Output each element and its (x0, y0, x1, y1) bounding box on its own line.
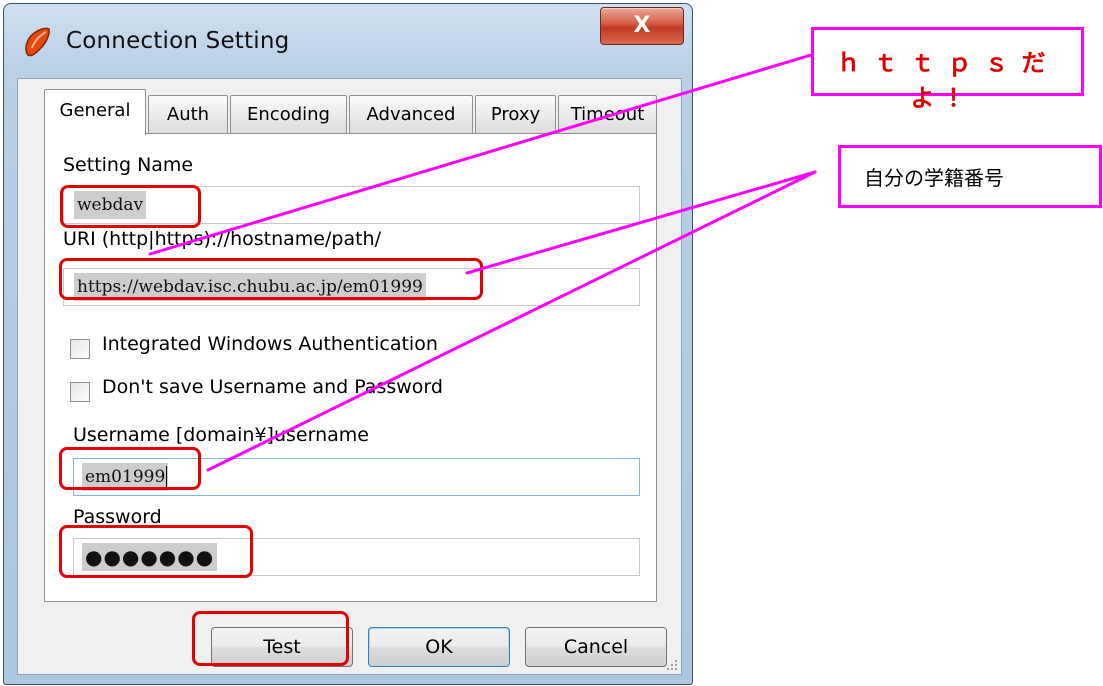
app-logo-icon (25, 27, 50, 57)
tab-proxy[interactable]: Proxy (475, 95, 556, 133)
dont-save-checkbox[interactable] (70, 382, 90, 402)
uri-highlight (59, 258, 483, 300)
integrated-auth-checkbox[interactable] (70, 339, 90, 359)
setting-name-highlight (60, 185, 201, 228)
student-id-callout: 自分の学籍番号 (838, 145, 1102, 208)
https-callout: ｈｔｔｐｓだよ！ (811, 27, 1084, 112)
integrated-auth-label: Integrated Windows Authentication (102, 333, 438, 355)
tab-encoding[interactable]: Encoding (230, 95, 347, 133)
connection-setting-window: Connection Setting X General Auth Encodi… (3, 3, 693, 685)
cancel-button[interactable]: Cancel (525, 627, 667, 667)
test-button-highlight (192, 611, 349, 666)
tab-advanced[interactable]: Advanced (349, 95, 473, 133)
setting-name-label: Setting Name (63, 154, 194, 176)
title-bar[interactable]: Connection Setting X (4, 4, 692, 78)
username-highlight (59, 447, 201, 490)
tab-auth[interactable]: Auth (148, 95, 228, 133)
resize-grip-icon[interactable] (666, 659, 678, 671)
uri-label: URI (http|https)://hostname/path/ (63, 228, 381, 250)
dialog-body: General Auth Encoding Advanced Proxy Tim… (17, 78, 682, 675)
https-callout-text: ｈｔｔｐｓだよ！ (836, 48, 1059, 112)
window-title: Connection Setting (66, 28, 290, 54)
username-label: Username [domain¥]username (73, 424, 369, 446)
tab-timeout[interactable]: Timeout (558, 95, 657, 133)
ok-button[interactable]: OK (368, 627, 510, 667)
tab-general[interactable]: General (44, 89, 146, 135)
dont-save-label: Don't save Username and Password (102, 376, 443, 398)
student-id-callout-text: 自分の学籍番号 (864, 166, 1004, 190)
password-highlight (59, 525, 253, 578)
close-button[interactable]: X (600, 7, 684, 45)
